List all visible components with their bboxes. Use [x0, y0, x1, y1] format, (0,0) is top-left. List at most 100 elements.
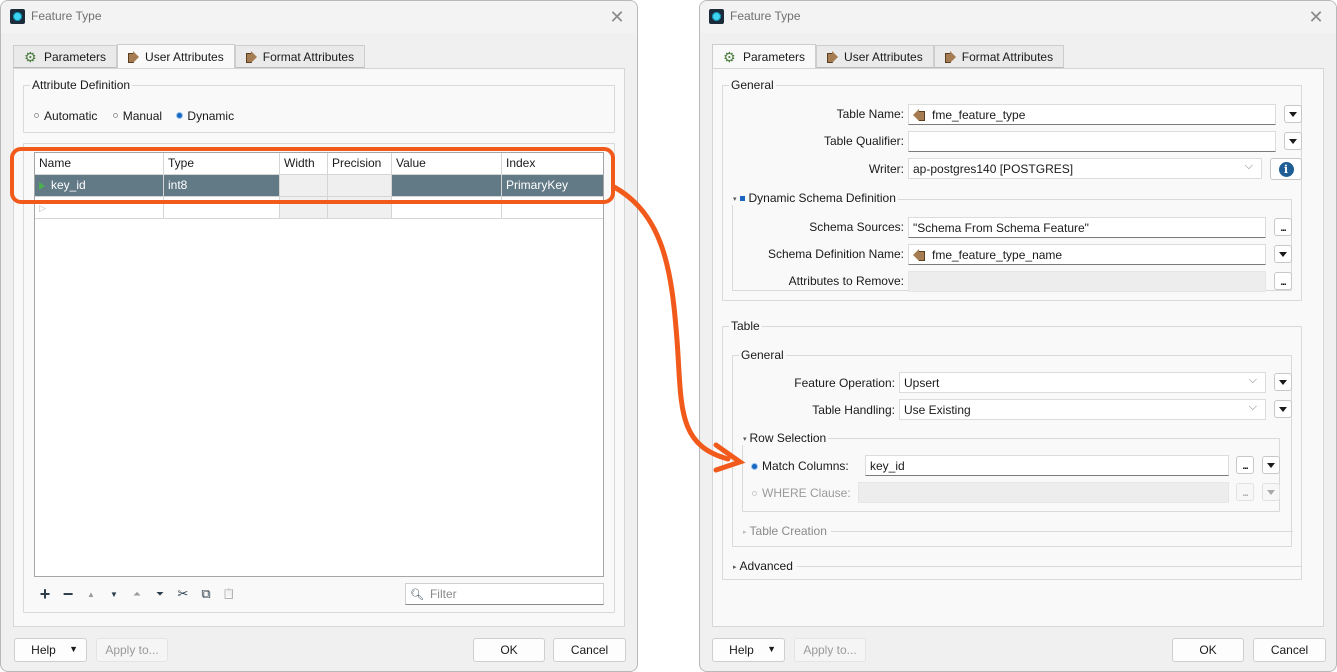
table-handling-select[interactable]: Use Existing: [899, 399, 1266, 420]
cell-value[interactable]: [392, 175, 502, 197]
gear-icon: ⚙: [723, 48, 736, 65]
advanced-toggle[interactable]: ▸ Advanced: [731, 559, 795, 573]
tab-label: Format Attributes: [961, 49, 1054, 64]
ok-button[interactable]: OK: [473, 638, 545, 662]
close-button[interactable]: ✕: [607, 7, 627, 27]
column-header-value[interactable]: Value: [392, 153, 502, 175]
add-row-button[interactable]: +: [38, 584, 52, 604]
tab-user-attributes[interactable]: User Attributes: [816, 45, 934, 68]
button-label: Help: [729, 643, 754, 657]
radio-label: Dynamic: [187, 108, 235, 123]
collapse-icon: ▾: [733, 195, 737, 203]
cut-button[interactable]: ✂: [176, 586, 190, 602]
apply-to-button[interactable]: Apply to...: [794, 638, 866, 662]
feature-type-dialog-right: Feature Type ✕ ⚙ Parameters User Attribu…: [699, 0, 1337, 672]
triangle-down-icon: [1289, 138, 1297, 144]
table-name-field[interactable]: fme_feature_type: [908, 104, 1276, 125]
select-value: Upsert: [904, 375, 940, 390]
writer-select[interactable]: ap-postgres140 [POSTGRES]: [908, 158, 1262, 179]
writer-info-button[interactable]: i: [1270, 158, 1302, 180]
section-title: Row Selection: [749, 431, 827, 445]
cell-name[interactable]: ▷: [35, 197, 164, 219]
new-row-placeholder[interactable]: ▷: [35, 197, 603, 219]
tab-label: User Attributes: [145, 49, 224, 64]
tab-format-attributes[interactable]: Format Attributes: [234, 45, 366, 68]
match-columns-browse-button[interactable]: ...: [1236, 456, 1254, 474]
column-header-index[interactable]: Index: [502, 153, 603, 175]
move-to-top-button[interactable]: ⏶: [130, 586, 144, 602]
attributes-to-remove-browse-button[interactable]: ...: [1274, 272, 1292, 290]
dynamic-schema-toggle[interactable]: ▾ Dynamic Schema Definition: [731, 191, 898, 205]
cell-name[interactable]: key_id: [35, 175, 164, 197]
new-row-indicator-icon: ▷: [39, 203, 46, 213]
column-header-precision[interactable]: Precision: [328, 153, 392, 175]
tab-bar: ⚙ Parameters User Attributes Format Attr…: [712, 44, 1065, 68]
scissors-icon: ✂: [177, 586, 189, 601]
column-header-width[interactable]: Width: [280, 153, 328, 175]
copy-button[interactable]: ⧉: [199, 586, 213, 602]
tab-user-attributes[interactable]: User Attributes: [117, 44, 235, 68]
cancel-button[interactable]: Cancel: [1253, 638, 1326, 662]
where-clause-browse-button[interactable]: ...: [1236, 483, 1254, 501]
remove-row-button[interactable]: −: [61, 584, 75, 604]
group-title: General: [739, 348, 786, 362]
schema-definition-name-field[interactable]: fme_feature_type_name: [908, 244, 1266, 265]
help-button[interactable]: Help ▼: [712, 638, 785, 662]
table-name-menu-button[interactable]: [1284, 105, 1302, 123]
radio-automatic[interactable]: Automatic: [34, 109, 97, 123]
where-clause-field[interactable]: [858, 482, 1229, 503]
info-icon: i: [1278, 161, 1294, 177]
cell-index[interactable]: [502, 197, 603, 219]
table-handling-menu-button[interactable]: [1274, 400, 1292, 418]
expand-icon: ▸: [743, 528, 747, 536]
group-title: Attribute Definition: [30, 78, 133, 92]
attributes-to-remove-field[interactable]: [908, 271, 1266, 292]
where-clause-menu-button[interactable]: [1262, 483, 1280, 501]
radio-where-clause[interactable]: WHERE Clause:: [752, 486, 851, 500]
schema-sources-browse-button[interactable]: ...: [1274, 218, 1292, 236]
column-header-name[interactable]: Name: [35, 153, 164, 175]
radio-manual[interactable]: Manual: [112, 109, 162, 123]
radio-match-columns[interactable]: Match Columns:: [752, 459, 849, 473]
column-header-type[interactable]: Type: [164, 153, 280, 175]
row-indicator-icon: [39, 181, 45, 190]
tab-label: Parameters: [743, 49, 806, 64]
table-row[interactable]: key_id int8 PrimaryKey: [35, 175, 603, 197]
enabled-indicator-icon: [739, 196, 745, 202]
triangle-down-icon: [1279, 406, 1287, 412]
cell-index[interactable]: PrimaryKey: [502, 175, 603, 197]
row-selection-toggle[interactable]: ▾ Row Selection: [741, 431, 829, 445]
feature-operation-select[interactable]: Upsert: [899, 372, 1266, 393]
help-button[interactable]: Help ▼: [14, 638, 87, 662]
schema-sources-label: Schema Sources:: [809, 220, 904, 234]
move-bottom-icon: ⏷: [156, 588, 164, 600]
ok-button[interactable]: OK: [1172, 638, 1244, 662]
triangle-down-icon: [1267, 489, 1275, 495]
match-columns-field[interactable]: key_id: [865, 455, 1229, 476]
schema-sources-field[interactable]: "Schema From Schema Feature": [908, 217, 1266, 238]
schema-definition-name-menu-button[interactable]: [1274, 245, 1292, 263]
close-button[interactable]: ✕: [1306, 7, 1326, 27]
move-to-bottom-button[interactable]: ⏷: [153, 586, 167, 602]
match-columns-menu-button[interactable]: [1262, 456, 1280, 474]
cell-value[interactable]: [392, 197, 502, 219]
filter-input[interactable]: [429, 587, 590, 601]
tab-parameters[interactable]: ⚙ Parameters: [712, 44, 817, 68]
paste-button[interactable]: 📋: [222, 586, 236, 602]
move-up-button[interactable]: ▲: [84, 586, 98, 602]
cell-type[interactable]: [164, 197, 280, 219]
table-qualifier-field[interactable]: [908, 131, 1276, 152]
close-icon: ✕: [1308, 7, 1324, 27]
table-creation-toggle[interactable]: ▸ Table Creation: [741, 524, 829, 538]
cell-type[interactable]: int8: [164, 175, 280, 197]
tab-parameters[interactable]: ⚙ Parameters: [13, 45, 118, 68]
apply-to-button[interactable]: Apply to...: [96, 638, 168, 662]
feature-operation-menu-button[interactable]: [1274, 373, 1292, 391]
tab-format-attributes[interactable]: Format Attributes: [933, 45, 1065, 68]
parameters-panel: General Table Name: fme_feature_type Tab…: [712, 68, 1324, 627]
radio-dynamic[interactable]: Dynamic: [177, 109, 234, 123]
cancel-button[interactable]: Cancel: [553, 638, 626, 662]
filter-field[interactable]: 🔍︎: [405, 583, 604, 605]
table-qualifier-menu-button[interactable]: [1284, 132, 1302, 150]
move-down-button[interactable]: ▼: [107, 586, 121, 602]
